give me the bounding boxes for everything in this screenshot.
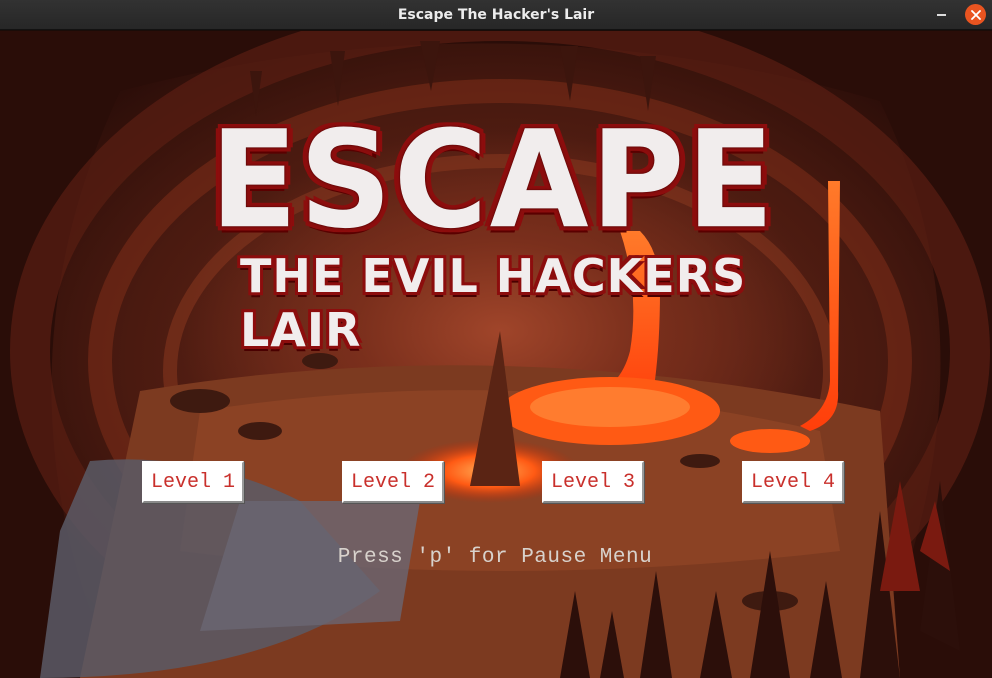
game-logo-subtitle: THE EVIL HACKERS LAIR [240,249,747,357]
title-bar[interactable]: Escape The Hacker's Lair [0,0,992,30]
level-1-button[interactable]: Level 1 [142,461,244,503]
close-button[interactable] [965,4,986,25]
pause-hint: Press 'p' for Pause Menu [337,545,653,569]
lava-pool-highlight [530,387,690,427]
close-icon [970,9,981,20]
game-canvas: ESCAPE THE EVIL HACKERS LAIR Level 1 Lev… [0,31,992,678]
game-logo-title: ESCAPE [210,101,776,259]
level-4-button[interactable]: Level 4 [742,461,844,503]
level-3-button[interactable]: Level 3 [542,461,644,503]
level-2-button[interactable]: Level 2 [342,461,444,503]
window-title: Escape The Hacker's Lair [397,6,595,23]
game-window: Escape The Hacker's Lair ESCAPE THE EVIL… [0,0,992,678]
minimize-icon [936,14,946,16]
minimize-button[interactable] [930,4,952,26]
lava-puddle [730,429,810,453]
